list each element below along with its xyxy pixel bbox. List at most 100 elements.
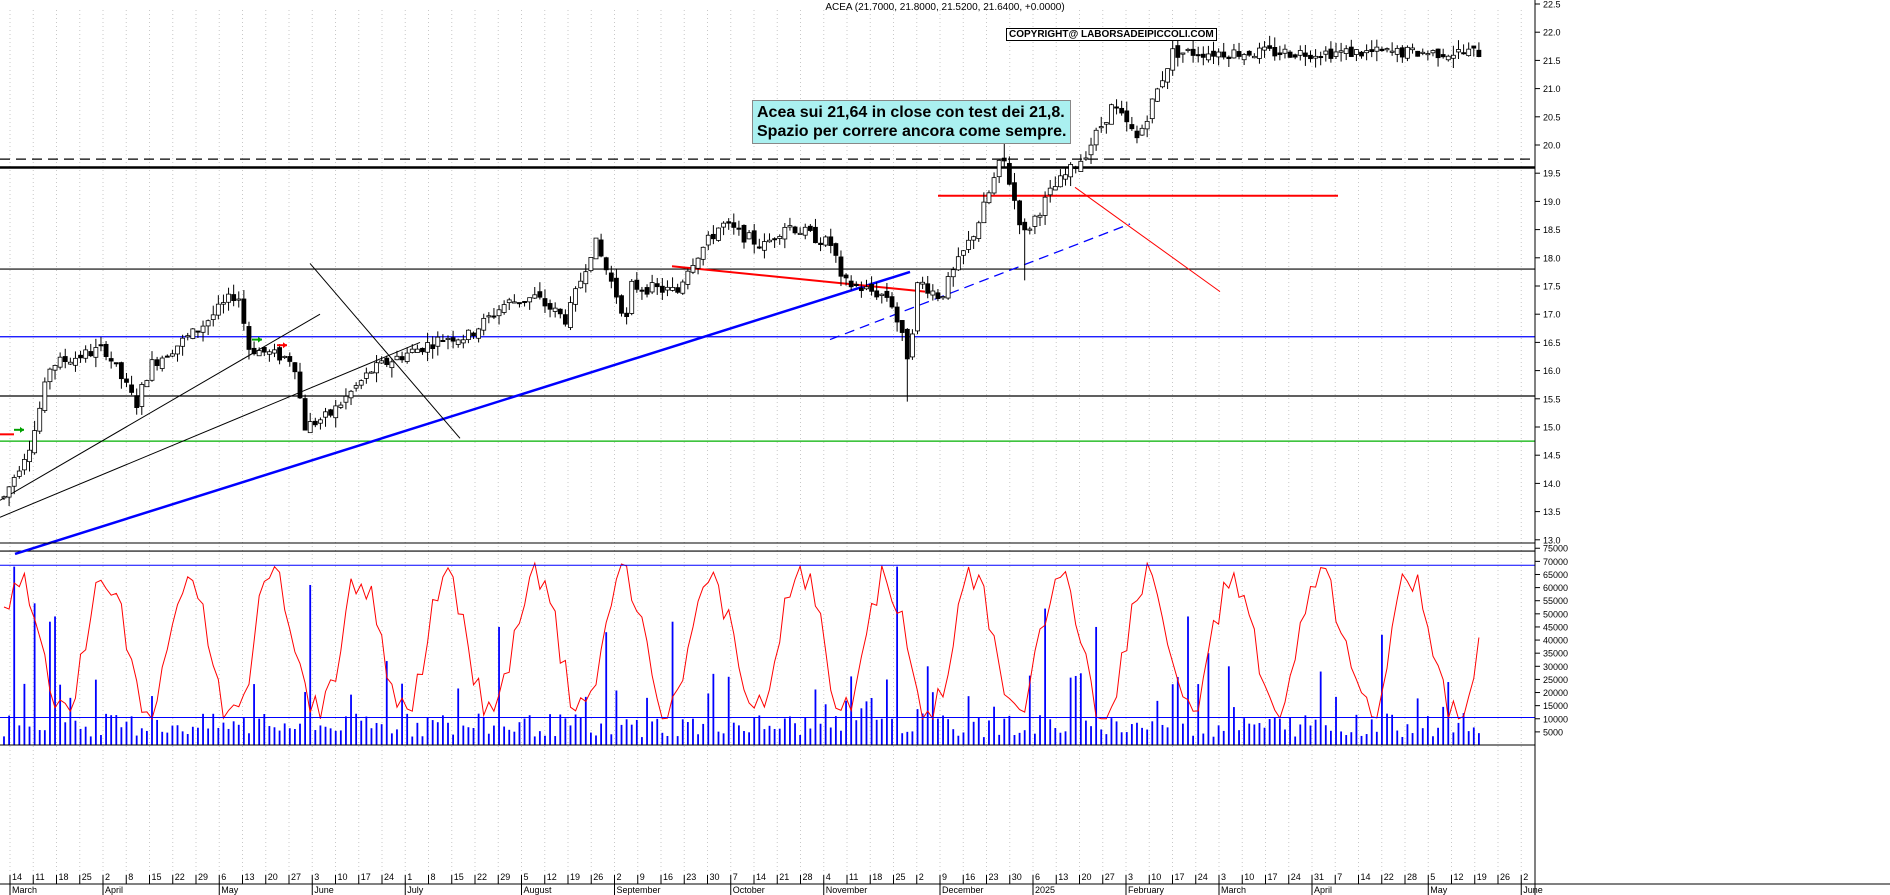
x-day-label: 17: [361, 872, 371, 882]
candle-body: [675, 287, 681, 293]
x-day-label: 14: [1361, 872, 1371, 882]
volume-bar: [737, 725, 740, 745]
volume-bar: [549, 714, 551, 745]
candle-body: [481, 317, 487, 331]
candle-body: [1430, 50, 1436, 54]
candle-body: [1354, 49, 1359, 55]
candle-body: [1052, 186, 1058, 191]
x-month-label: June: [314, 885, 334, 895]
candle-body: [746, 232, 752, 240]
candle-body: [874, 290, 880, 298]
volume-bar: [569, 725, 572, 745]
volume-bar: [1401, 736, 1404, 745]
candle-body: [455, 339, 461, 345]
candle-body: [910, 333, 915, 358]
candle-body: [226, 293, 231, 303]
candle-body: [966, 239, 971, 250]
price-tick-label: 13.5: [1543, 507, 1561, 517]
candle-body: [343, 395, 349, 403]
volume-bar: [1064, 731, 1067, 745]
volume-bar: [498, 626, 500, 745]
volume-bar: [268, 726, 271, 745]
volume-bar: [1391, 714, 1394, 745]
x-month-label: May: [221, 885, 239, 895]
x-month-label: April: [105, 885, 123, 895]
candle-body: [1277, 52, 1283, 56]
candle-body: [593, 237, 599, 260]
volume-bar: [370, 728, 373, 745]
price-tick-label: 22.0: [1543, 28, 1561, 38]
x-day-label: 8: [431, 872, 436, 882]
volume-bar: [1141, 727, 1143, 745]
volume-bar: [74, 720, 77, 745]
candle-body: [527, 297, 533, 303]
candle-body: [246, 326, 252, 350]
volume-bar: [1238, 730, 1240, 745]
volume-bar: [727, 676, 730, 745]
candle-body: [813, 226, 818, 244]
volume-bar: [625, 719, 628, 745]
candle-body: [1068, 164, 1074, 178]
volume-bar: [528, 715, 531, 745]
volume-bar: [554, 736, 557, 745]
candle-body: [78, 354, 83, 359]
annotation-line-2: Spazio per correre ancora come sempre.: [757, 123, 1067, 140]
candle-body: [522, 301, 527, 304]
volume-bar: [533, 736, 536, 745]
volume-bar: [248, 733, 250, 745]
candle-body: [236, 298, 242, 301]
candle-body: [619, 295, 624, 314]
volume-bar: [957, 735, 960, 745]
price-tick-label: 16.5: [1543, 338, 1561, 348]
candle-body: [1134, 130, 1140, 139]
price-tick-label: 19.0: [1543, 197, 1561, 207]
x-day-label: 7: [733, 872, 738, 882]
candle-body: [1047, 187, 1053, 196]
candle-body: [292, 362, 298, 373]
candle-body: [1476, 49, 1482, 57]
volume-bar: [380, 724, 383, 745]
candle-body: [1170, 48, 1176, 71]
volume-bar: [135, 735, 138, 745]
candle-body: [1216, 51, 1222, 58]
volume-bar: [901, 733, 904, 745]
candle-body: [996, 159, 1002, 178]
volume-bar: [477, 713, 480, 745]
volume-tick-label: 65000: [1543, 570, 1568, 580]
x-day-label: 19: [570, 872, 580, 882]
candle-body: [1083, 157, 1089, 160]
volume-bar: [1227, 666, 1230, 745]
volume-bar: [870, 698, 873, 745]
volume-bar: [1386, 713, 1388, 745]
candle-body: [1221, 51, 1227, 58]
candle-body: [369, 371, 374, 374]
volume-bar: [579, 717, 582, 745]
x-day-label: 23: [686, 872, 696, 882]
candle-body: [363, 372, 369, 379]
candle-body: [971, 236, 977, 241]
volume-bar: [105, 713, 107, 745]
volume-bar: [712, 673, 715, 745]
candle-body: [1027, 228, 1033, 231]
volume-bar: [237, 724, 240, 745]
volume-tick-label: 20000: [1543, 688, 1568, 698]
candle-body: [394, 355, 400, 361]
candle-body: [215, 303, 221, 316]
candle-body: [950, 269, 956, 278]
x-day-label: 5: [1430, 872, 1435, 882]
candle-body: [1078, 160, 1084, 172]
candle-body: [517, 302, 522, 305]
candle-body: [1461, 52, 1466, 55]
candle-body: [695, 257, 701, 269]
candle-body: [1114, 106, 1119, 109]
x-day-label: 15: [152, 872, 162, 882]
volume-bar: [1477, 733, 1480, 745]
candle-body: [1333, 51, 1339, 57]
volume-bar: [293, 729, 296, 745]
candle-body: [1241, 54, 1247, 61]
candle-body: [787, 225, 793, 228]
candle-body: [1450, 54, 1456, 59]
x-day-label: 14: [756, 872, 766, 882]
candle-body: [568, 302, 573, 328]
volume-bar: [717, 731, 720, 745]
